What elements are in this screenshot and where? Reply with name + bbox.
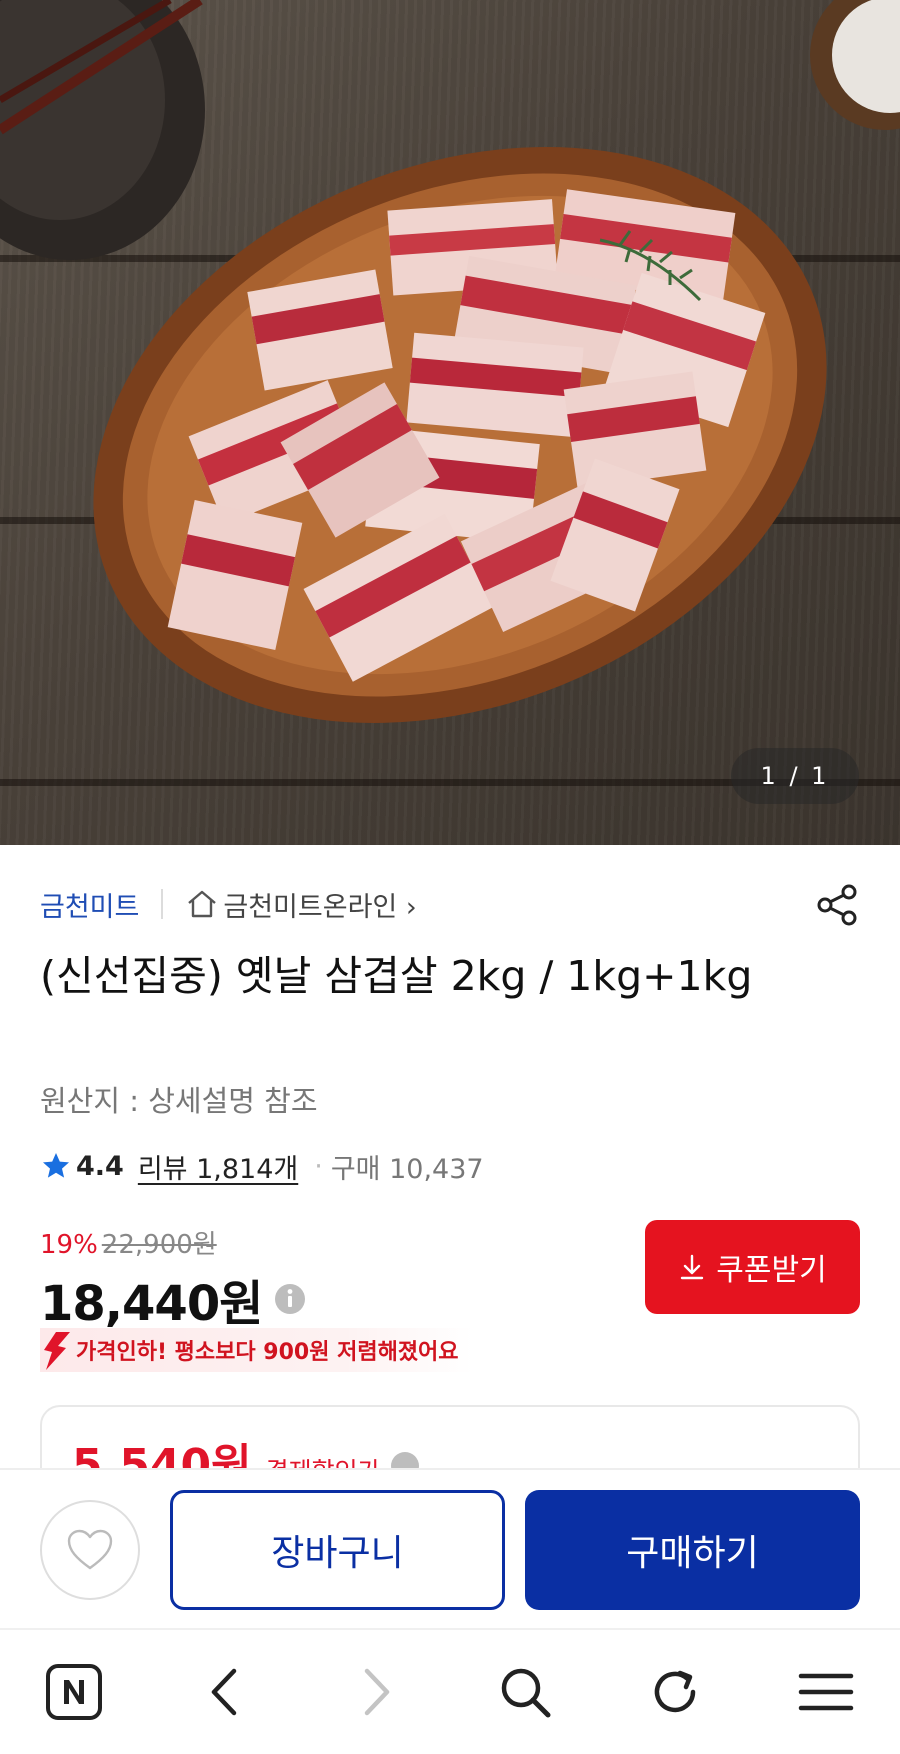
- product-origin: 원산지 : 상세설명 참조: [40, 1084, 318, 1118]
- back-icon[interactable]: [192, 1660, 256, 1724]
- coupon-button[interactable]: 쿠폰받기: [645, 1220, 860, 1314]
- store-home-link[interactable]: 금천미트온라인 ›: [223, 885, 416, 924]
- star-icon: [43, 1153, 69, 1178]
- share-icon[interactable]: [812, 880, 862, 930]
- original-price: 22,900원: [101, 1230, 217, 1260]
- discount-row: 19% 22,900원: [40, 1224, 217, 1261]
- purchase-count: 구매 10,437: [330, 1153, 484, 1185]
- action-bar: 장바구니 구매하기: [0, 1468, 900, 1628]
- product-title: (신선집중) 옛날 삼겹살 2kg / 1kg+1kg: [40, 952, 753, 1000]
- product-photo: [0, 0, 900, 723]
- refresh-icon[interactable]: [643, 1660, 707, 1724]
- menu-icon[interactable]: [794, 1660, 858, 1724]
- coupon-button-label: 쿠폰받기: [716, 1253, 827, 1288]
- product-image[interactable]: 1 / 1: [0, 0, 900, 845]
- store-home-link-label: 금천미트온라인: [223, 891, 398, 923]
- price-down-arrow-icon: [44, 1332, 70, 1370]
- download-icon: [681, 1254, 704, 1280]
- image-page-indicator: 1 / 1: [731, 748, 859, 804]
- search-icon[interactable]: [493, 1660, 557, 1724]
- price-drop-notice: 가격인하! 평소보다 900원 저렴해졌어요: [40, 1328, 473, 1372]
- price-row: 18,440원: [40, 1264, 306, 1334]
- separator-dot: ·: [314, 1150, 323, 1182]
- info-icon[interactable]: [274, 1283, 306, 1315]
- rating-row: 4.4 리뷰 1,814개 · 구매 10,437: [40, 1144, 484, 1188]
- home-icon: [188, 890, 217, 918]
- discount-rate: 19%: [40, 1230, 98, 1260]
- browser-nav-bar: [0, 1628, 900, 1754]
- wishlist-button[interactable]: [40, 1500, 140, 1600]
- add-to-cart-button[interactable]: 장바구니: [170, 1490, 505, 1610]
- rating-score: 4.4: [76, 1150, 124, 1182]
- reviews-link[interactable]: 리뷰 1,814개: [138, 1147, 298, 1186]
- store-name[interactable]: 금천미트: [40, 885, 139, 924]
- heart-icon: [67, 1529, 113, 1570]
- divider: [161, 889, 164, 919]
- store-row: 금천미트 금천미트온라인 ›: [40, 882, 417, 926]
- chevron-right-icon: ›: [397, 891, 417, 923]
- naver-icon[interactable]: [42, 1660, 106, 1724]
- buy-now-button[interactable]: 구매하기: [525, 1490, 860, 1610]
- price-drop-text: 가격인하! 평소보다 900원 저렴해졌어요: [76, 1340, 459, 1365]
- forward-icon[interactable]: [345, 1660, 409, 1724]
- sale-price: 18,440원: [40, 1276, 263, 1332]
